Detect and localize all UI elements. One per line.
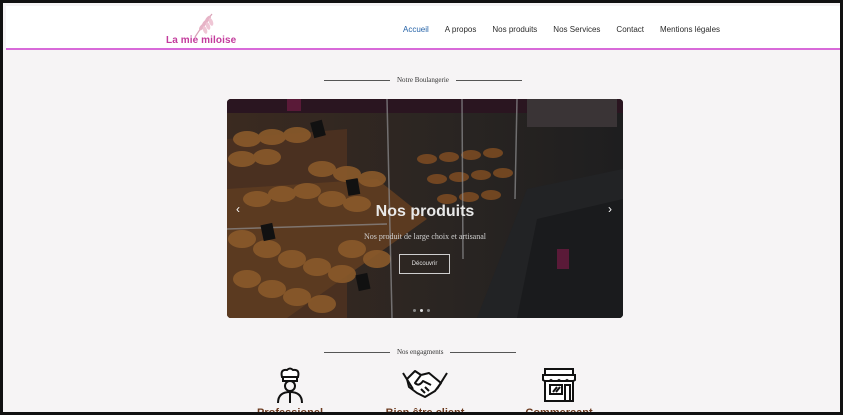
- chef-icon: [277, 367, 303, 404]
- divider-left: [324, 79, 390, 81]
- engagement-professionel: Professionel: [257, 367, 323, 412]
- engagement-label: Commercant: [525, 407, 593, 415]
- engagement-commercant: Commercant: [525, 367, 593, 412]
- brand-name: La mie miloise: [166, 35, 237, 46]
- site-header: La mie miloise Accueil A propos Nos prod…: [6, 6, 840, 50]
- carousel-dot[interactable]: [427, 309, 430, 312]
- main-nav: Accueil A propos Nos produits Nos Servic…: [403, 25, 736, 34]
- nav-nos-services[interactable]: Nos Services: [553, 25, 600, 34]
- slide-title: Nos produits: [375, 203, 475, 220]
- handshake-icon: [402, 370, 448, 398]
- shop-icon: [542, 368, 576, 402]
- carousel-indicators: [413, 309, 430, 312]
- hero-carousel[interactable]: ‹ › Nos produits Nos produit de large ch…: [227, 99, 623, 318]
- site-logo[interactable]: La mie miloise: [162, 12, 236, 48]
- carousel-dot[interactable]: [413, 309, 416, 312]
- nav-nos-produits[interactable]: Nos produits: [492, 25, 537, 34]
- nav-contact[interactable]: Contact: [616, 25, 644, 34]
- engagement-label: Professionel: [256, 407, 324, 415]
- discover-button[interactable]: Découvrir: [399, 254, 450, 274]
- slide-subtitle: Nos produit de large choix et artisanal: [363, 232, 487, 241]
- divider-left: [324, 351, 390, 353]
- engagement-label: Bien être client: [385, 407, 465, 415]
- carousel-dot-active[interactable]: [420, 309, 423, 312]
- engagement-bien-etre-client: Bien être client: [386, 367, 464, 412]
- bakery-section-title: Notre Boulangerie: [397, 76, 449, 84]
- nav-a-propos[interactable]: A propos: [445, 25, 477, 34]
- nav-mentions-legales[interactable]: Mentions légales: [660, 25, 720, 34]
- browser-frame: La mie miloise Accueil A propos Nos prod…: [0, 0, 843, 415]
- bakery-section-heading: Notre Boulangerie: [324, 76, 522, 84]
- engagements-section-heading: Nos engagments: [324, 348, 517, 356]
- nav-accueil[interactable]: Accueil: [403, 25, 429, 34]
- engagements-section-title: Nos engagments: [397, 348, 444, 356]
- divider-right: [455, 79, 522, 81]
- divider-right: [450, 351, 517, 353]
